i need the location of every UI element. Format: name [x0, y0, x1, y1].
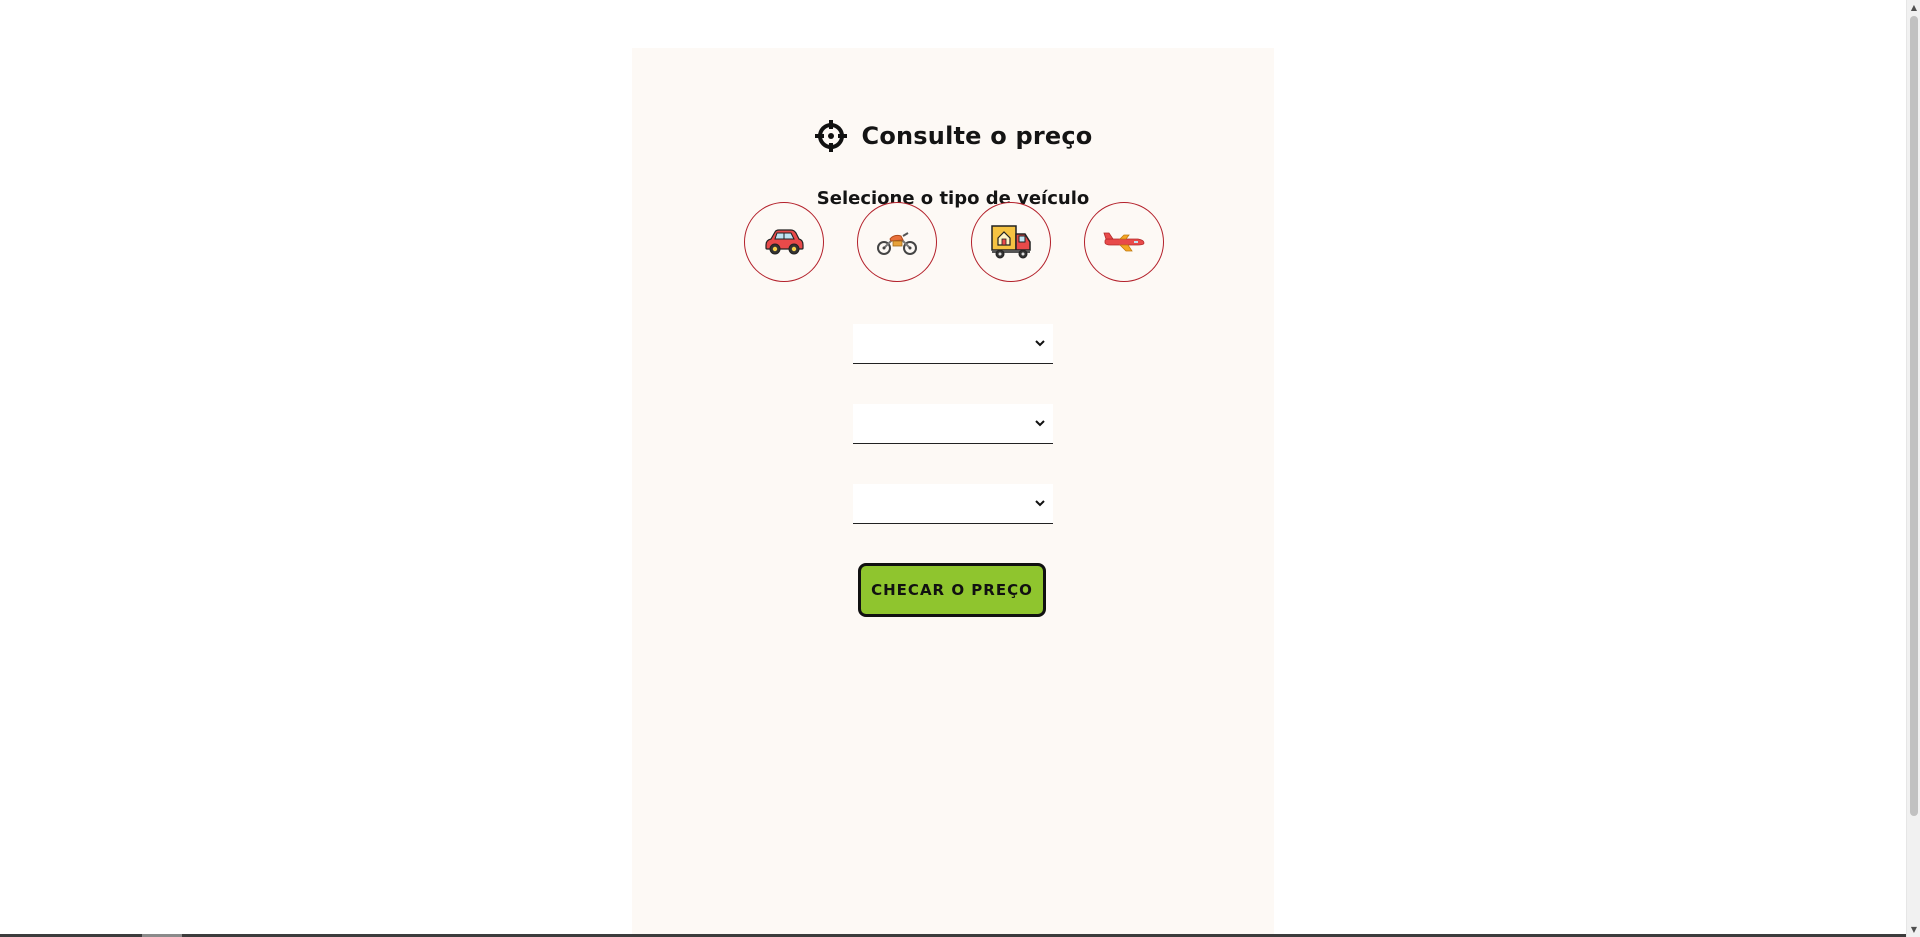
vehicle-type-options [744, 202, 1164, 284]
scroll-down-icon[interactable]: ▼ [1907, 922, 1920, 936]
page-viewport: Consulte o preço Selecione o tipo de veí… [0, 0, 1906, 935]
price-panel: Consulte o preço Selecione o tipo de veí… [632, 48, 1274, 935]
vehicle-brand-select[interactable] [853, 324, 1053, 364]
vehicle-truck-button[interactable] [970, 202, 1051, 282]
vehicle-airplane-button[interactable] [1083, 202, 1164, 282]
check-price-button[interactable]: CHECAR O PREÇO [858, 563, 1046, 617]
crosshair-icon [814, 120, 847, 152]
chevron-down-icon [1035, 340, 1045, 347]
scroll-up-icon[interactable]: ▲ [1907, 0, 1920, 14]
vertical-scrollbar[interactable]: ▲ ▼ [1906, 0, 1920, 937]
car-icon [765, 229, 804, 255]
scrollbar-thumb[interactable] [1910, 16, 1918, 816]
vehicle-motorcycle-button[interactable] [857, 202, 938, 282]
title-row: Consulte o preço [632, 118, 1274, 154]
motorcycle-icon [877, 232, 918, 255]
vehicle-year-select[interactable] [853, 484, 1053, 524]
page-title: Consulte o preço [861, 122, 1093, 150]
chevron-down-icon [1035, 500, 1045, 507]
vehicle-car-button[interactable] [744, 202, 824, 282]
vehicle-model-select[interactable] [853, 404, 1053, 444]
airplane-icon [1103, 232, 1145, 252]
chevron-down-icon [1035, 420, 1045, 427]
truck-icon [990, 225, 1031, 259]
